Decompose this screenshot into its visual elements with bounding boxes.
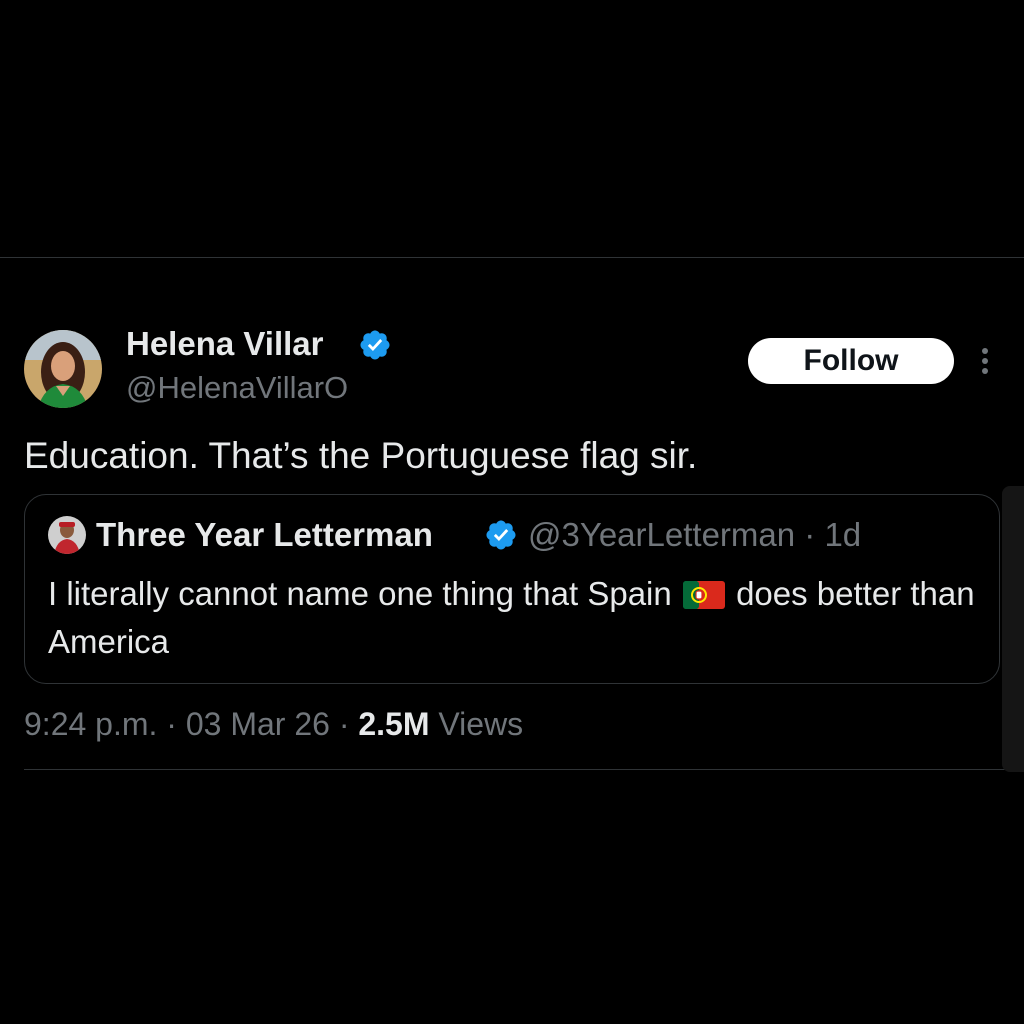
quoted-author-meta: @3YearLetterman · 1d — [528, 514, 861, 556]
quoted-author-avatar[interactable] — [48, 516, 86, 554]
bottom-divider — [24, 769, 1024, 770]
quoted-tweet-text: I literally cannot name one thing that S… — [48, 570, 988, 666]
meta-separator: · — [795, 516, 825, 553]
views-label[interactable]: Views — [438, 706, 523, 742]
quoted-verified-badge-icon — [484, 518, 518, 552]
meta-separator: · — [329, 706, 359, 742]
author-avatar[interactable] — [24, 330, 102, 408]
tweet-meta: 9:24 p.m. · 03 Mar 26 · 2.5M Views — [24, 702, 523, 746]
tweet-text: Education. That’s the Portuguese flag si… — [24, 435, 698, 476]
portugal-flag-icon — [682, 574, 725, 609]
quoted-text-part1: I literally cannot name one thing that S… — [48, 575, 681, 612]
views-count[interactable]: 2.5M — [358, 706, 429, 742]
tweet-time[interactable]: 9:24 p.m. — [24, 706, 157, 742]
verified-badge-icon — [358, 328, 392, 362]
scrollbar-track[interactable] — [1002, 486, 1024, 772]
quoted-author-handle: @3YearLetterman — [528, 516, 796, 553]
author-handle[interactable]: @HelenaVillarO — [126, 368, 348, 408]
quoted-author-display-name: Three Year Letterman — [96, 516, 433, 553]
top-divider — [0, 257, 1024, 258]
follow-button[interactable]: Follow — [748, 338, 954, 384]
meta-separator: · — [157, 706, 186, 742]
author-display-name[interactable]: Helena Villar — [126, 324, 324, 364]
more-options-icon[interactable] — [972, 344, 998, 378]
tweet-date[interactable]: 03 Mar 26 — [186, 706, 330, 742]
quoted-tweet-age: 1d — [824, 516, 862, 553]
